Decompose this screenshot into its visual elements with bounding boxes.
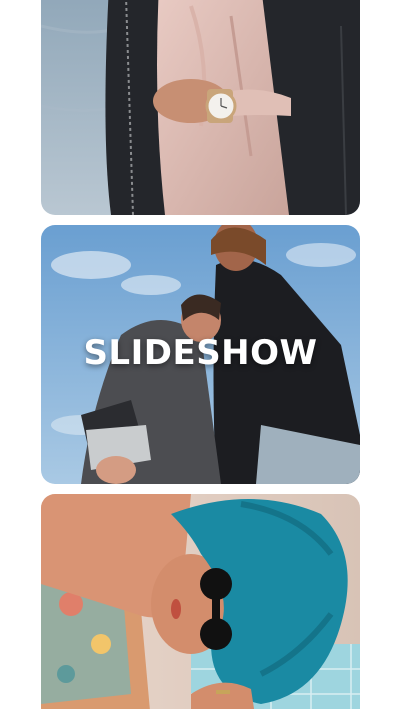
slideshow-title: SLIDESHOW	[83, 333, 318, 373]
slide-card-3[interactable]	[41, 494, 360, 709]
slide-card-1[interactable]	[41, 0, 360, 215]
slideshow-feed: SLIDESHOW	[0, 0, 400, 709]
leather-jacket-watch-photo	[41, 0, 360, 215]
slide-card-2[interactable]: SLIDESHOW	[41, 225, 360, 484]
blue-hair-sunglasses-photo	[41, 494, 360, 709]
